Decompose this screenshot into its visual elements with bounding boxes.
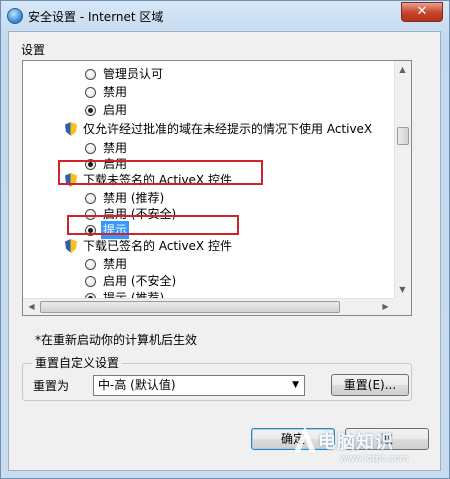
radio-button[interactable] <box>85 87 96 98</box>
radio-button[interactable] <box>85 69 96 80</box>
option-label: 启用 <box>103 103 128 117</box>
settings-group-label: 设置 <box>21 43 46 57</box>
watermark-url: www.lotpc.com <box>340 454 409 464</box>
horizontal-scrollbar[interactable]: ◀ ▶ <box>23 298 394 315</box>
chevron-down-icon: ▼ <box>292 380 299 390</box>
annotation-box-prompt <box>67 215 239 235</box>
vertical-scroll-thumb[interactable] <box>397 127 409 145</box>
close-button[interactable]: ✕ <box>401 2 443 22</box>
radio-button[interactable] <box>85 193 96 204</box>
option-label: 禁用 <box>103 85 128 99</box>
option-label: 启用 (不安全) <box>103 274 177 288</box>
scroll-down-icon[interactable]: ▼ <box>395 282 410 297</box>
restart-note: *在重新启动你的计算机后生效 <box>35 333 198 347</box>
horizontal-scroll-thumb[interactable] <box>40 301 340 313</box>
vertical-scrollbar[interactable]: ▲ ▼ <box>394 61 411 298</box>
title-bar[interactable]: 安全设置 - Internet 区域 ✕ <box>1 1 449 31</box>
radio-button[interactable] <box>85 259 96 270</box>
category-label: 仅允许经过批准的域在未经提示的情况下使用 ActiveX <box>83 122 373 136</box>
close-icon: ✕ <box>416 4 428 19</box>
radio-button[interactable] <box>85 105 96 116</box>
settings-tree[interactable]: 管理员认可 禁用 启用 仅允许经过批准的域在未经提示的情况下使用 ActiveX… <box>22 60 412 316</box>
scroll-left-icon[interactable]: ◀ <box>24 299 39 314</box>
watermark: 电脑知识 www.lotpc.com <box>294 420 445 472</box>
security-shield-icon <box>65 122 77 136</box>
reset-group-label: 重置自定义设置 <box>32 354 123 371</box>
reset-to-label: 重置为 <box>33 379 70 393</box>
option-label: 管理员认可 <box>103 67 164 81</box>
window-title: 安全设置 - Internet 区域 <box>28 10 164 24</box>
watermark-text: 电脑知识 <box>318 432 394 453</box>
category-label: 下载已签名的 ActiveX 控件 <box>83 239 232 253</box>
globe-icon <box>7 8 23 24</box>
reset-button[interactable]: 重置(E)... <box>331 374 409 396</box>
radio-button[interactable] <box>85 143 96 154</box>
scrollbar-corner <box>394 298 411 315</box>
annotation-box-unsigned-activex <box>58 160 263 185</box>
security-shield-icon <box>65 239 77 253</box>
reset-level-dropdown[interactable]: 中-高 (默认值) ▼ <box>93 375 305 396</box>
scroll-right-icon[interactable]: ▶ <box>378 299 393 314</box>
option-label: 禁用 <box>103 257 128 271</box>
radio-button[interactable] <box>85 276 96 287</box>
scroll-up-icon[interactable]: ▲ <box>395 62 410 77</box>
dropdown-value: 中-高 (默认值) <box>98 378 176 392</box>
